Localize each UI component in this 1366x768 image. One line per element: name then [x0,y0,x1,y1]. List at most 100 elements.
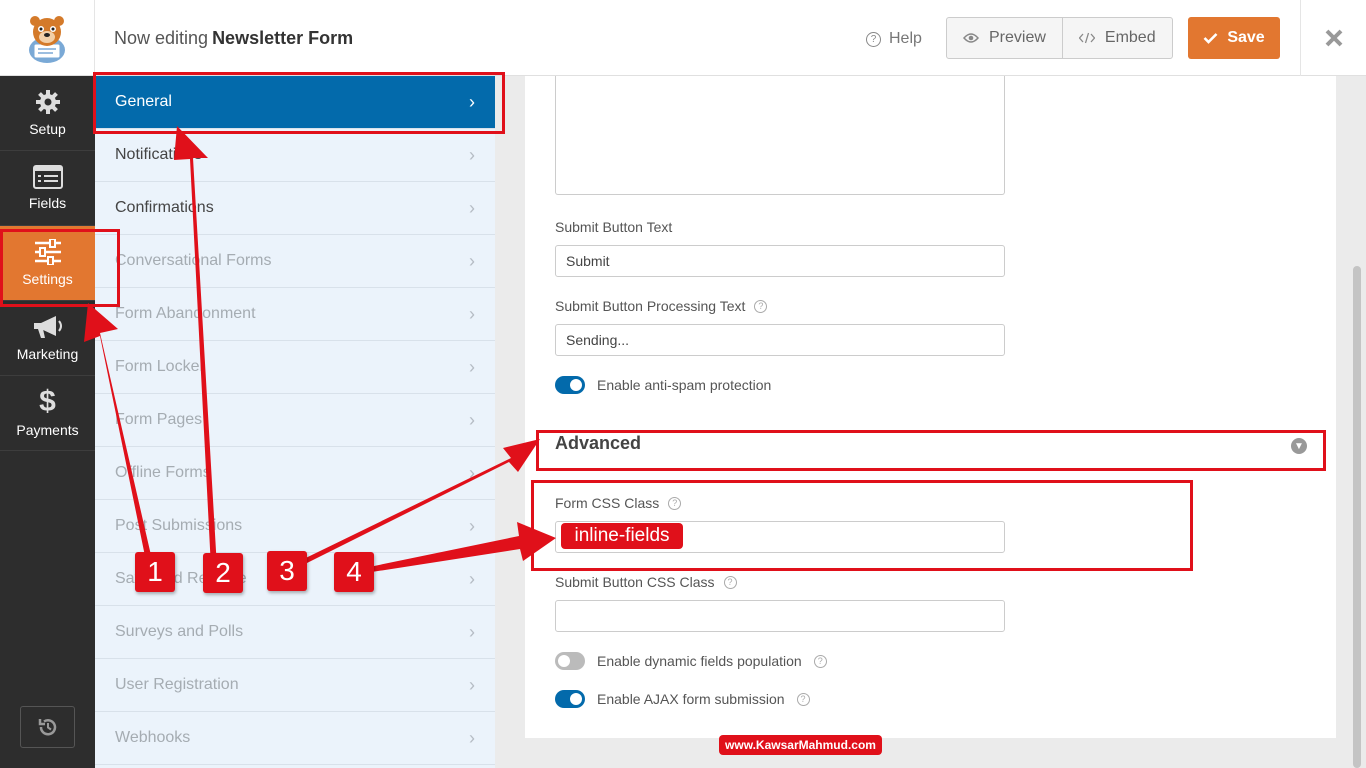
step-badge-1: 1 [135,552,175,592]
save-button[interactable]: Save [1188,17,1280,59]
antispam-row: Enable anti-spam protection [555,376,771,394]
antispam-label: Enable anti-spam protection [597,377,772,393]
settings-item-form-pages[interactable]: Form Pages › [95,394,495,447]
sidebar-item-fields[interactable]: Fields [0,151,95,226]
processing-text-value: Sending... [566,332,630,348]
list-icon [32,165,63,189]
sidebar-label-marketing: Marketing [16,346,79,362]
sidebar-label-payments: Payments [16,422,79,438]
sidebar-label-setup: Setup [29,121,66,137]
sidebar-label-fields: Fields [28,195,67,211]
checkmark-icon [1203,33,1218,44]
settings-item-label: Confirmations [115,199,214,216]
sidebar-item-marketing[interactable]: Marketing [0,301,95,376]
processing-text-input[interactable]: Sending... [555,324,1005,356]
processing-text-label: Submit Button Processing Text? [555,298,768,314]
chevron-right-icon: › [469,303,475,324]
help-icon[interactable]: ? [723,575,737,589]
wpforms-logo [0,0,95,76]
settings-item-label: Notifications [115,146,203,163]
highlight-general [93,72,505,134]
settings-item-label: Surveys and Polls [115,623,244,640]
help-icon[interactable]: ? [754,299,768,313]
chevron-right-icon: › [469,197,475,218]
chevron-right-icon: › [469,409,475,430]
css-class-value-highlight: inline-fields [561,523,683,549]
dynamic-fields-label: Enable dynamic fields population [597,653,802,669]
highlight-advanced [536,430,1326,471]
submit-css-label: Submit Button CSS Class? [555,574,737,590]
processing-label-text: Submit Button Processing Text [555,298,746,314]
dynamic-fields-row: Enable dynamic fields population ? [555,652,827,670]
settings-item-user-registration[interactable]: User Registration › [95,659,495,712]
title-prefix: Now editing [114,28,209,48]
submit-text-label: Submit Button Text [555,219,672,235]
chevron-right-icon: › [469,621,475,642]
settings-item-label: Webhooks [115,729,191,746]
history-icon [38,719,56,736]
embed-button[interactable]: Embed [1061,18,1172,58]
chevron-right-icon: › [469,568,475,589]
settings-item-label: Post Submissions [115,517,243,534]
page-title: Now editing Newsletter Form [114,28,353,49]
close-button[interactable] [1300,0,1366,76]
help-link[interactable]: ? Help [866,30,922,48]
help-icon[interactable]: ? [813,654,827,668]
chevron-right-icon: › [469,144,475,165]
gear-icon [35,90,60,114]
settings-menu: General › Notifications › Confirmations › C… [95,76,495,768]
ajax-row: Enable AJAX form submission ? [555,690,810,708]
preview-button[interactable]: Preview [947,18,1062,58]
settings-item-notifications[interactable]: Notifications › [95,129,495,182]
settings-item-form-locker[interactable]: Form Locker › [95,341,495,394]
submit-css-label-text: Submit Button CSS Class [555,574,715,590]
top-bar: Now editing Newsletter Form ? Help Previe… [0,0,1366,76]
form-description-textarea[interactable] [555,76,1005,195]
step-badge-3: 3 [267,551,307,591]
chevron-right-icon: › [469,250,475,271]
revisions-button[interactable] [20,706,75,748]
chevron-right-icon: › [469,462,475,483]
submit-text-label-text: Submit Button Text [555,219,673,235]
dollar-icon: $ [39,385,56,418]
settings-item-label: Form Locker [115,358,205,375]
settings-item-webhooks[interactable]: Webhooks › [95,712,495,765]
settings-item-label: User Registration [115,676,239,693]
ajax-label: Enable AJAX form submission [597,691,785,707]
chevron-right-icon: › [469,515,475,536]
chevron-right-icon: › [469,356,475,377]
form-name: Newsletter Form [212,28,354,48]
step-badge-2: 2 [203,553,243,593]
settings-item-confirmations[interactable]: Confirmations › [95,182,495,235]
settings-item-label: Conversational Forms [115,252,272,269]
ajax-toggle[interactable] [555,690,585,708]
help-label: Help [889,30,922,47]
watermark: www.KawsarMahmud.com [719,735,882,755]
embed-label: Embed [1104,29,1156,46]
close-icon [1325,29,1342,47]
settings-item-conversational-forms[interactable]: Conversational Forms › [95,235,495,288]
chevron-right-icon: › [469,674,475,695]
megaphone-icon [33,316,62,338]
settings-item-offline-forms[interactable]: Offline Forms › [95,447,495,500]
settings-item-label: Form Pages [115,411,203,428]
submit-css-class-input[interactable] [555,600,1005,632]
sidebar-item-setup[interactable]: Setup [0,76,95,151]
highlight-settings [0,229,120,307]
dynamic-fields-toggle[interactable] [555,652,585,670]
settings-item-surveys-and-polls[interactable]: Surveys and Polls › [95,606,495,659]
preview-label: Preview [989,29,1046,46]
step-badge-4: 4 [334,552,374,592]
settings-item-form-abandonment[interactable]: Form Abandonment › [95,288,495,341]
save-label: Save [1227,29,1265,46]
preview-embed-group: Preview Embed [946,17,1173,59]
sidebar-item-payments[interactable]: $ Payments [0,376,95,451]
chevron-right-icon: › [469,727,475,748]
submit-text-input[interactable]: Submit [555,245,1005,277]
settings-item-post-submissions[interactable]: Post Submissions › [95,500,495,553]
submit-text-value: Submit [566,253,610,269]
help-icon[interactable]: ? [796,692,810,706]
antispam-toggle[interactable] [555,376,585,394]
scrollbar[interactable] [1353,266,1361,768]
settings-item-label: Form Abandonment [115,305,256,322]
